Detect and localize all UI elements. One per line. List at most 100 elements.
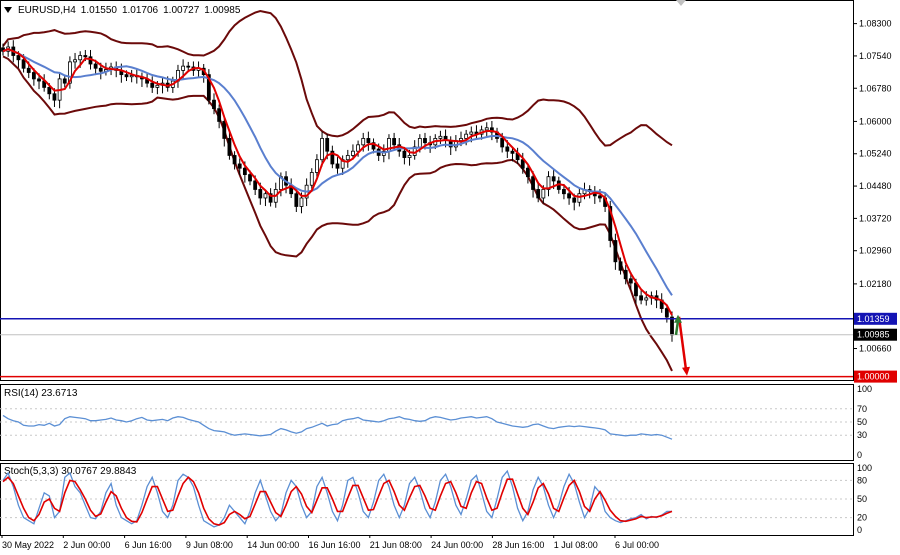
candle-body: [618, 261, 623, 271]
y-tick-label: 1.02180: [859, 279, 892, 289]
candle-body: [464, 133, 469, 139]
candle-body: [227, 138, 232, 156]
x-tick-label: 24 Jun 00:00: [431, 540, 483, 550]
candle-body: [222, 121, 227, 139]
candle-body: [639, 295, 644, 301]
candle-body: [47, 87, 52, 95]
bollinger-upper-line: [2, 9, 673, 147]
candle-body: [356, 144, 360, 152]
candle-body: [345, 155, 350, 161]
candle-body: [407, 155, 412, 158]
x-tick-label: 6 Jul 00:00: [615, 540, 659, 550]
stoch-tick-label: 100: [857, 463, 872, 473]
x-tick-label: 2 Jun 00:00: [63, 540, 110, 550]
candle-body: [526, 167, 530, 178]
x-tick-label: 9 Jun 08:00: [186, 540, 233, 550]
candle-body: [551, 176, 556, 182]
y-tick-label: 1.05240: [859, 149, 892, 159]
candle-body: [670, 316, 674, 336]
candle-body: [37, 78, 41, 82]
candle-body: [93, 63, 98, 69]
candle-body: [62, 78, 67, 84]
candle-body: [613, 240, 618, 263]
candle-body: [402, 150, 407, 158]
candle-body: [320, 138, 324, 161]
y-tick-label: 1.02960: [859, 246, 892, 256]
y-tick-label: 1.06780: [859, 83, 892, 93]
y-tick-label: 1.06000: [859, 116, 892, 126]
candle-body: [309, 172, 314, 186]
candle-body: [129, 75, 134, 78]
candle-body: [598, 195, 602, 199]
rsi-tick-label: 100: [857, 384, 872, 394]
candle-body: [366, 138, 371, 144]
candle-body: [315, 159, 319, 173]
candle-body: [150, 82, 155, 88]
current-price-label: 1.00985: [857, 330, 890, 340]
bollinger-lower-line: [2, 55, 673, 372]
candle-body: [335, 163, 340, 169]
rsi-tick-label: 30: [857, 430, 867, 440]
candle-body: [83, 55, 88, 58]
candle-body: [248, 174, 252, 182]
candle-body: [52, 93, 57, 101]
candle-body: [212, 99, 216, 110]
candle-body: [299, 197, 304, 207]
candle-body: [417, 138, 422, 148]
price-chart[interactable]: 1.08300 1.07540 1.06780 1.06000 1.05240 1.044…: [0, 0, 900, 555]
candle-body: [253, 180, 258, 190]
candle-body: [78, 55, 83, 61]
candle-body: [500, 138, 505, 148]
candle-body: [263, 193, 268, 199]
candle-body: [361, 138, 366, 146]
candle-body: [325, 138, 330, 152]
candle-body: [469, 131, 474, 135]
stoch-tick-label: 0: [857, 525, 862, 535]
candle-body: [510, 150, 515, 154]
candle-body: [124, 74, 129, 78]
candle-body: [623, 269, 628, 280]
candle-body: [644, 297, 649, 301]
stoch-tick-label: 20: [857, 513, 867, 523]
y-tick-label: 1.03720: [859, 213, 892, 223]
candle-body: [26, 67, 31, 73]
candle-body: [155, 84, 160, 88]
x-tick-label: 30 May 2022: [2, 540, 54, 550]
stoch-tick-label: 80: [857, 475, 867, 485]
candle-body: [520, 159, 525, 169]
y-tick-label: 1.08300: [859, 19, 892, 29]
y-tick-label: 1.04480: [859, 181, 892, 191]
rsi-tick-label: 0: [857, 450, 862, 460]
candle-body: [242, 167, 247, 175]
price-level-label: 1.00000: [857, 372, 890, 382]
stoch-tick-label: 50: [857, 494, 867, 504]
candle-body: [351, 150, 355, 156]
down-arrow-icon: [682, 366, 690, 376]
candle-body: [21, 59, 26, 69]
main-pane-frame: [0, 0, 854, 381]
candle-body: [181, 65, 186, 71]
candle-body: [572, 197, 577, 203]
x-tick-label: 1 Jul 08:00: [554, 540, 598, 550]
candle-body: [531, 176, 535, 190]
candle-body: [294, 193, 299, 207]
candle-body: [31, 72, 36, 80]
candle-body: [232, 155, 237, 165]
up-arrow-line: [674, 320, 680, 336]
candle-body: [73, 59, 77, 63]
candle-body: [567, 193, 571, 199]
price-level-label: 1.01359: [857, 314, 890, 324]
candle-body: [484, 127, 489, 131]
scroll-marker-icon: [676, 0, 686, 6]
candle-body: [664, 308, 669, 318]
candle-body: [98, 67, 103, 72]
candle-body: [562, 189, 566, 195]
candle-body: [217, 108, 222, 122]
y-tick-label: 1.07540: [859, 51, 892, 61]
candle-body: [258, 189, 263, 199]
x-tick-label: 21 Jun 08:00: [370, 540, 422, 550]
candle-body: [16, 55, 21, 61]
candle-body: [536, 189, 541, 199]
candle-body: [392, 138, 397, 146]
x-tick-label: 16 Jun 16:00: [309, 540, 361, 550]
